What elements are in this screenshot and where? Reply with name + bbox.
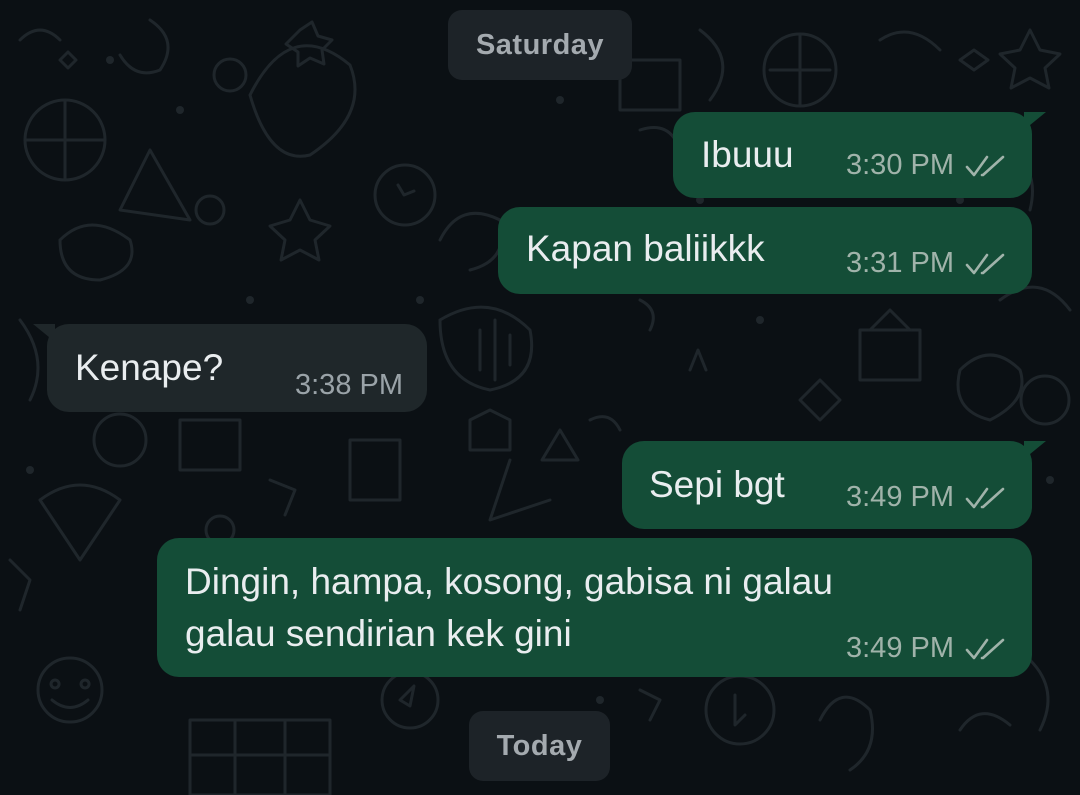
message-bubble-outgoing[interactable]: Dingin, hampa, kosong, gabisa ni galau g… xyxy=(157,538,1032,677)
message-bubble-outgoing[interactable]: Kapan baliikkk 3:31 PM xyxy=(498,207,1032,294)
message-text: Kapan baliikkk xyxy=(526,228,765,269)
message-text-line: Dingin, hampa, kosong, gabisa ni galau xyxy=(185,561,833,602)
message-time: 3:38 PM xyxy=(295,369,403,401)
double-check-icon xyxy=(965,155,1005,176)
bubble-tail xyxy=(33,324,55,342)
message-meta: 3:49 PM xyxy=(846,481,1006,514)
message-time: 3:30 PM xyxy=(846,149,954,181)
message-meta: 3:38 PM xyxy=(295,369,403,402)
double-check-icon xyxy=(965,487,1005,508)
bubble-tail xyxy=(1024,441,1046,459)
message-text-line: galau sendirian kek gini xyxy=(185,613,572,654)
message-bubble-incoming[interactable]: Kenape? 3:38 PM xyxy=(33,324,427,412)
message-text: Sepi bgt xyxy=(649,464,785,505)
message-meta: 3:49 PM xyxy=(846,632,1006,665)
message-bubble-outgoing[interactable]: Ibuuu 3:30 PM xyxy=(673,112,1046,198)
date-separator-today: Today xyxy=(469,711,610,781)
message-text: Kenape? xyxy=(75,347,224,388)
message-time: 3:31 PM xyxy=(846,247,954,279)
message-time: 3:49 PM xyxy=(846,481,954,513)
message-meta: 3:30 PM xyxy=(846,149,1006,182)
date-separator-label: Saturday xyxy=(475,28,605,61)
double-check-icon xyxy=(965,253,1005,274)
date-separator-saturday: Saturday xyxy=(448,10,632,80)
double-check-icon xyxy=(965,638,1005,659)
bubble-tail xyxy=(1024,112,1046,130)
date-separator-label: Today xyxy=(496,729,583,762)
message-meta: 3:31 PM xyxy=(846,247,1006,280)
message-bubble-outgoing[interactable]: Sepi bgt 3:49 PM xyxy=(622,441,1046,529)
message-time: 3:49 PM xyxy=(846,632,954,664)
message-text: Ibuuu xyxy=(701,134,794,175)
